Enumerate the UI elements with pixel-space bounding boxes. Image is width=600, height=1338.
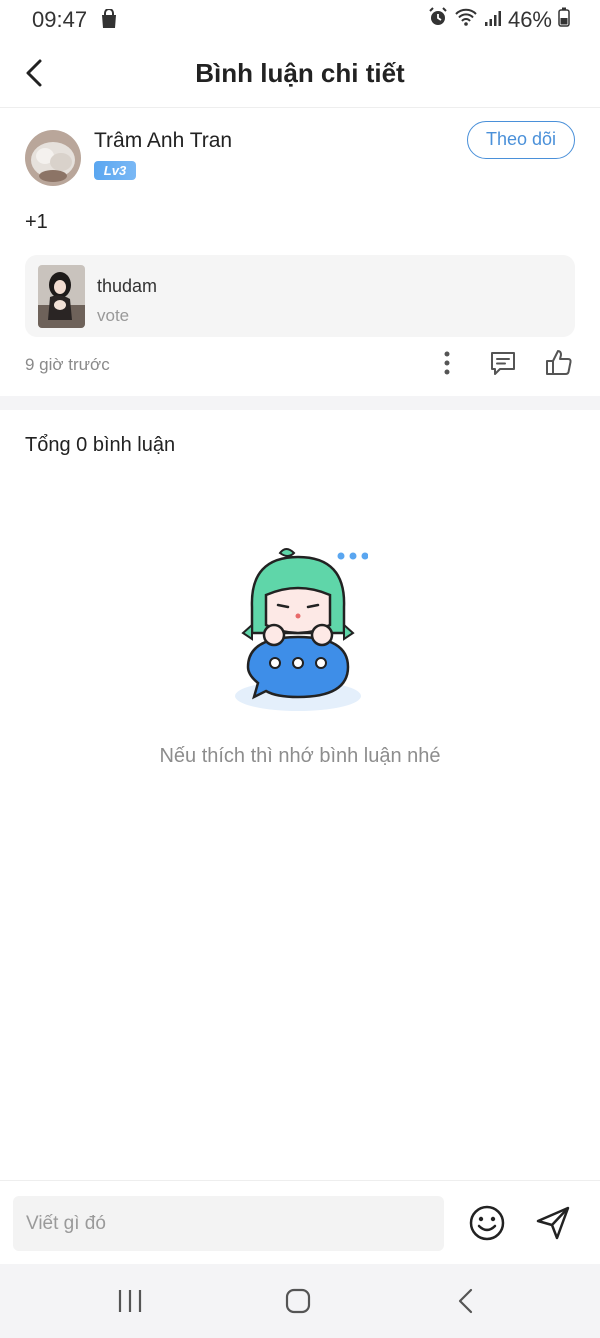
quoted-author: thudam — [97, 276, 158, 296]
system-nav-bar — [0, 1264, 600, 1338]
comment-input[interactable] — [13, 1196, 444, 1251]
more-button[interactable] — [432, 348, 462, 378]
status-time: 09:47 — [32, 7, 88, 32]
comment-count: Tổng 0 bình luận — [25, 434, 176, 456]
comment-text: +1 — [25, 211, 48, 233]
page-title: Bình luận chi tiết — [195, 58, 405, 88]
nav-back-icon — [458, 1288, 473, 1314]
emoji-button[interactable] — [467, 1203, 507, 1243]
timestamp: 9 giờ trước — [25, 355, 110, 374]
status-bar: 09:47 46% — [0, 0, 600, 40]
home-button[interactable] — [278, 1284, 318, 1318]
battery-icon — [558, 7, 570, 33]
emoji-icon — [469, 1205, 505, 1241]
app-header: Bình luận chi tiết — [0, 40, 600, 108]
reply-button[interactable] — [488, 348, 518, 378]
section-divider — [0, 396, 600, 410]
wifi-icon — [454, 7, 478, 33]
quoted-text: vote — [97, 306, 130, 325]
quoted-post[interactable]: thudam vote — [25, 255, 575, 337]
empty-state-illustration — [228, 545, 369, 720]
send-icon — [536, 1206, 570, 1240]
send-button[interactable] — [533, 1203, 573, 1243]
comment-icon — [491, 352, 515, 375]
alarm-icon — [428, 7, 448, 33]
comment-detail: Trâm Anh Tran Lv3 Theo dõi +1 thudam vot… — [0, 108, 600, 396]
shopping-bag-icon — [100, 8, 118, 34]
signal-icon — [484, 7, 502, 33]
battery-level: 46% — [507, 7, 552, 32]
like-button[interactable] — [544, 348, 574, 378]
comment-composer — [0, 1180, 600, 1264]
level-badge: Lv3 — [94, 161, 136, 180]
more-icon — [444, 351, 450, 375]
recents-button[interactable] — [110, 1284, 150, 1318]
author-name[interactable]: Trâm Anh Tran — [94, 129, 232, 153]
status-right: 46% — [428, 7, 570, 33]
recents-icon — [118, 1290, 142, 1312]
follow-button[interactable]: Theo dõi — [467, 121, 575, 159]
like-icon — [546, 350, 572, 375]
nav-back-button[interactable] — [446, 1284, 486, 1318]
avatar[interactable] — [25, 130, 81, 186]
empty-state-message: Nếu thích thì nhớ bình luận nhé — [159, 745, 441, 767]
quoted-thumbnail — [38, 265, 85, 328]
home-icon — [285, 1288, 311, 1314]
